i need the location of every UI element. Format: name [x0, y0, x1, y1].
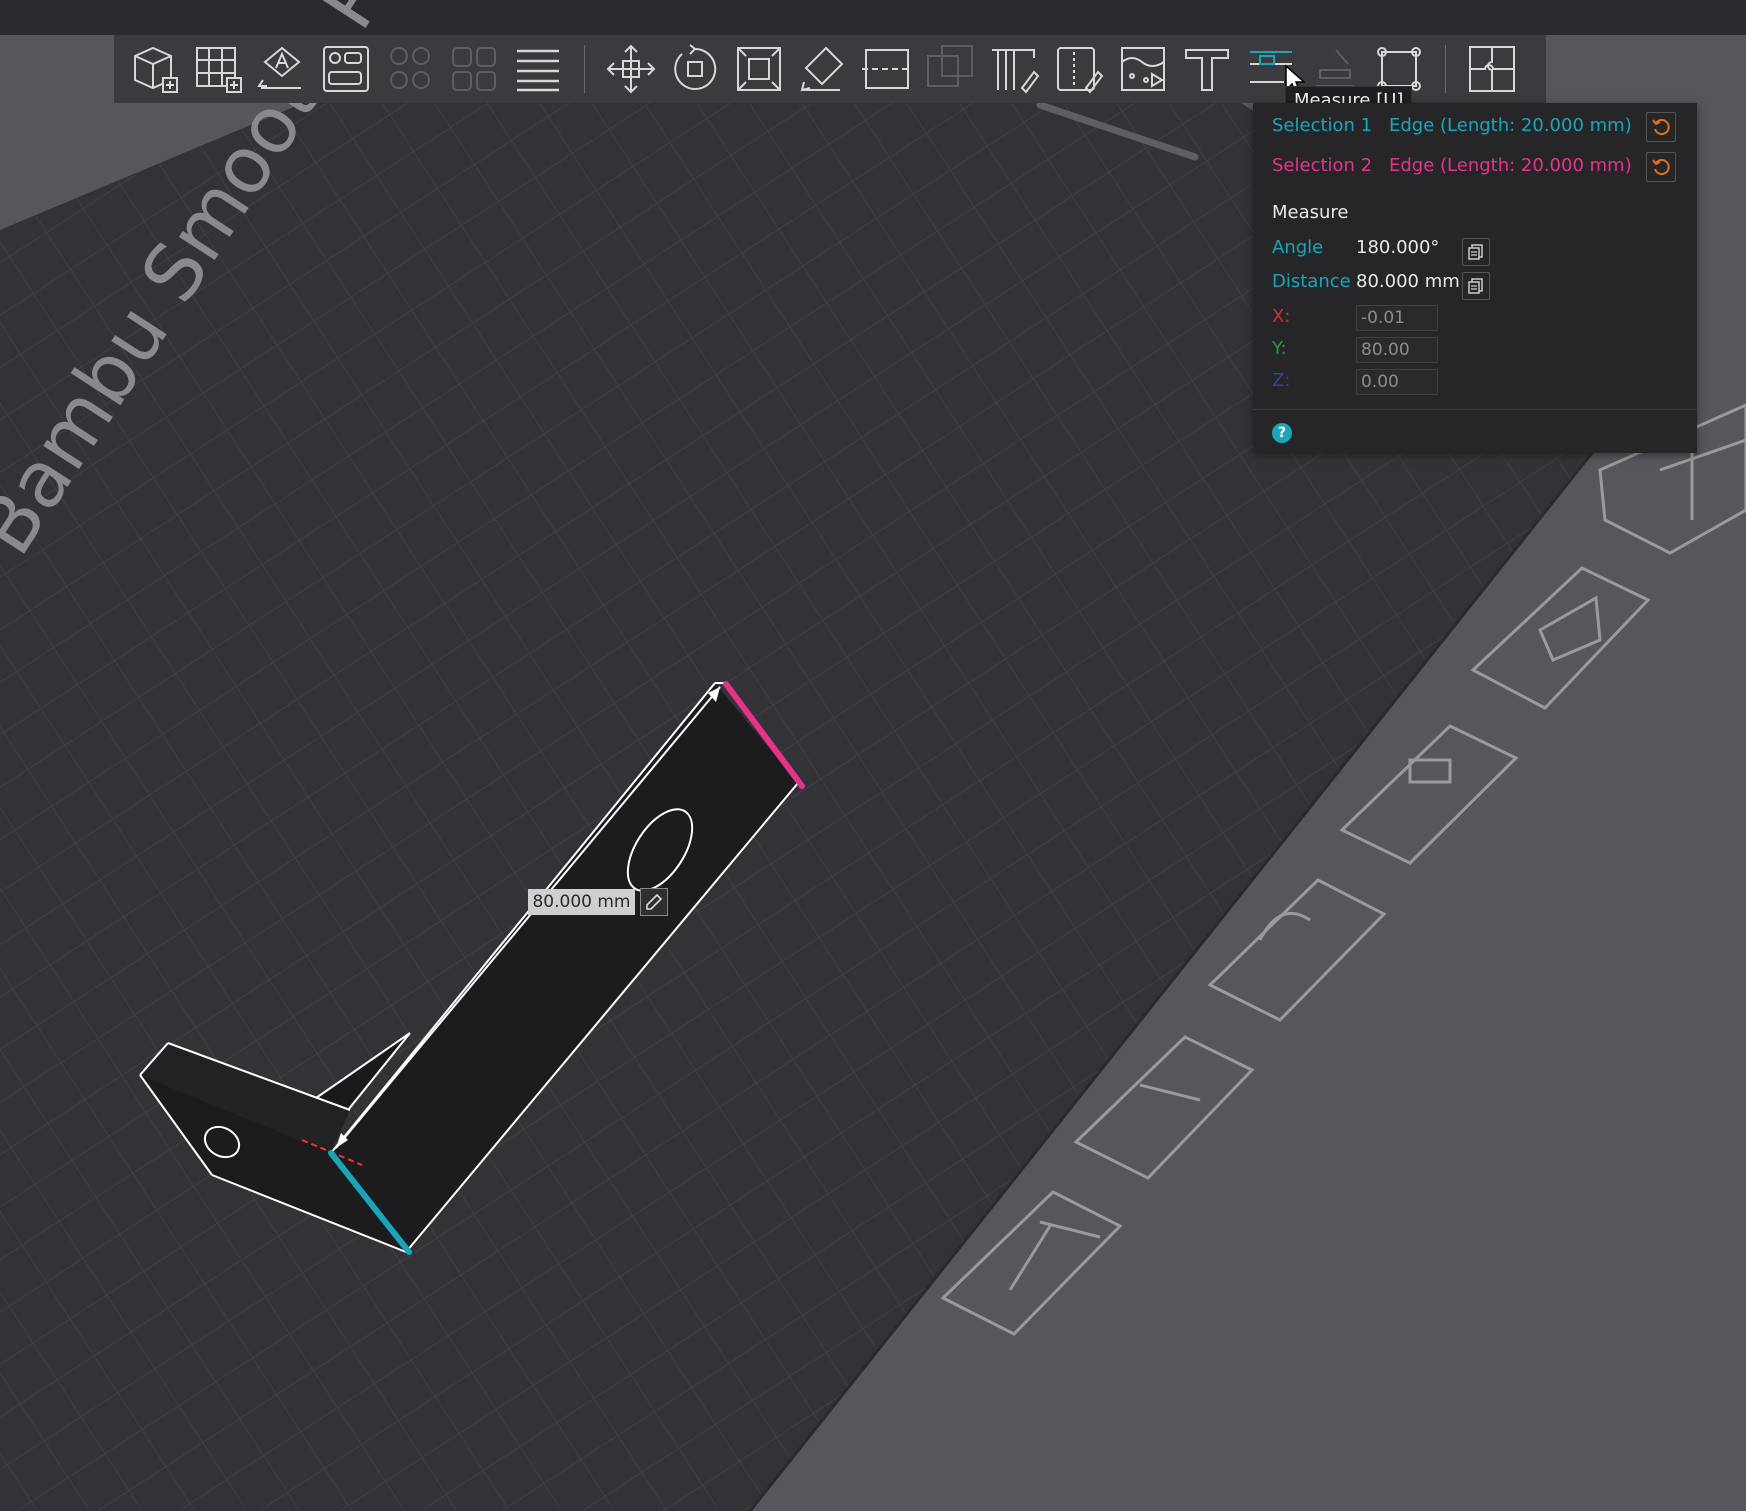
- selection1-value: Edge (Length: 20.000 mm): [1389, 115, 1632, 136]
- add-cube-icon: [134, 46, 178, 93]
- plate-auto-orient-icon[interactable]: [1470, 566, 1651, 710]
- move-button[interactable]: [599, 37, 663, 101]
- selection2-label: Selection 2: [1272, 155, 1373, 176]
- reset-icon: [1652, 119, 1670, 136]
- rotate-icon: [674, 44, 717, 90]
- boolean-button: [919, 37, 983, 101]
- text-icon: [1185, 49, 1229, 91]
- arrange-grid-button[interactable]: [186, 37, 250, 101]
- rotate-button[interactable]: [663, 37, 727, 101]
- z-label: Z:: [1272, 370, 1291, 391]
- y-field[interactable]: [1356, 337, 1438, 363]
- cut-icon: [862, 49, 912, 89]
- support-paint-icon: [992, 49, 1040, 94]
- seam-paint-icon: [1057, 47, 1104, 94]
- seam-paint-button[interactable]: [1047, 37, 1111, 101]
- arrange-grid-icon: [196, 47, 242, 93]
- move-icon: [606, 44, 656, 94]
- fuzzy-skin-icon: [1121, 47, 1165, 91]
- layers-icon: [517, 49, 559, 92]
- copy-distance-button[interactable]: [1462, 272, 1490, 300]
- copy-angle-button[interactable]: [1462, 238, 1490, 266]
- split-objects-icon: [390, 47, 430, 89]
- plate-layout-icon: [323, 46, 369, 92]
- measure-title: Measure: [1272, 202, 1349, 223]
- distance-label: Distance: [1272, 271, 1351, 292]
- layers-button[interactable]: [506, 37, 570, 101]
- plate-layout-button[interactable]: [314, 37, 378, 101]
- lay-on-face-button[interactable]: [791, 37, 855, 101]
- text-button[interactable]: [1175, 37, 1239, 101]
- split-parts-button: [442, 37, 506, 101]
- help-icon[interactable]: ?: [1272, 423, 1292, 443]
- distance-value: 80.000 mm: [1356, 271, 1460, 292]
- split-objects-button: [378, 37, 442, 101]
- plugin-button[interactable]: [1460, 37, 1524, 101]
- split-parts-icon: [452, 47, 496, 91]
- reset-selection1-button[interactable]: [1646, 112, 1676, 142]
- auto-orient-button[interactable]: [250, 37, 314, 101]
- plate-arrange-icon[interactable]: [1339, 724, 1519, 865]
- selection2-value: Edge (Length: 20.000 mm): [1389, 155, 1632, 176]
- cut-button[interactable]: [855, 37, 919, 101]
- z-field[interactable]: [1356, 369, 1438, 395]
- scale-button[interactable]: [727, 37, 791, 101]
- copy-icon: [1468, 244, 1483, 260]
- toolbar-separator: [584, 45, 585, 93]
- support-paint-button[interactable]: [983, 37, 1047, 101]
- auto-orient-icon: [257, 46, 301, 89]
- panel-divider: [1253, 409, 1697, 410]
- dimension-label: 80.000 mm: [528, 889, 635, 915]
- edit-icon: [646, 893, 663, 910]
- reset-icon: [1652, 159, 1670, 176]
- plugin-icon: [1469, 46, 1515, 92]
- toolbar-separator: [1445, 45, 1446, 93]
- angle-label: Angle: [1272, 237, 1324, 258]
- add-cube-button[interactable]: [122, 37, 186, 101]
- boolean-icon: [927, 45, 973, 87]
- measure-panel: Selection 1 Edge (Length: 20.000 mm) Sel…: [1253, 103, 1697, 453]
- x-field[interactable]: [1356, 305, 1438, 331]
- scale-icon: [737, 47, 781, 91]
- reset-selection2-button[interactable]: [1646, 152, 1676, 182]
- selection1-label: Selection 1: [1272, 115, 1373, 136]
- edit-dimension-button[interactable]: [640, 888, 668, 916]
- y-label: Y:: [1272, 338, 1287, 359]
- lay-on-face-icon: [800, 46, 844, 92]
- angle-value: 180.000°: [1356, 237, 1440, 258]
- x-label: X:: [1272, 306, 1291, 327]
- copy-icon: [1468, 278, 1483, 294]
- fuzzy-skin-button[interactable]: [1111, 37, 1175, 101]
